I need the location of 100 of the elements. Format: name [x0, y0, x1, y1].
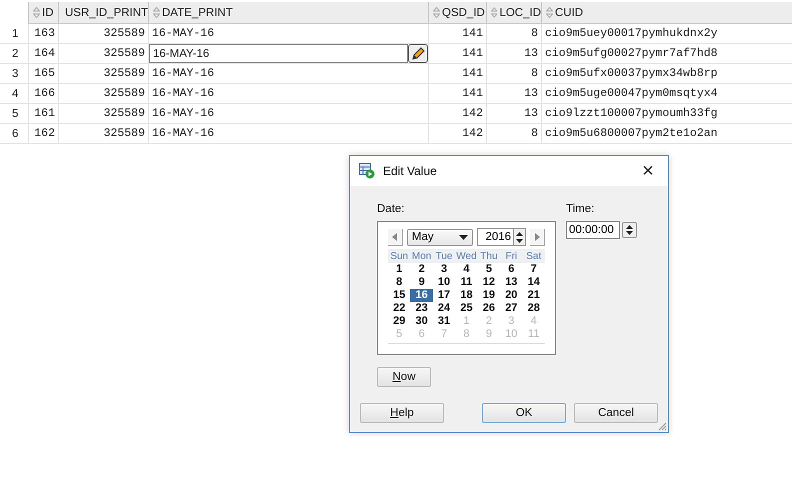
window-title: Edit Value — [383, 164, 438, 178]
table-cell: 13 — [486, 44, 541, 63]
table-cell: 13 — [486, 104, 541, 123]
time-label: Time: — [566, 203, 596, 215]
table-cell: 16-MAY-16 — [148, 64, 428, 83]
table-cell: 325589 — [58, 124, 148, 143]
left-arrow-icon — [392, 232, 398, 240]
calendar-day[interactable]: 19 — [478, 289, 500, 302]
sort-icon — [491, 7, 498, 18]
dropdown-arrow-icon — [459, 234, 468, 240]
weekday-label: Fri — [504, 250, 518, 262]
spin-down-icon — [626, 231, 633, 235]
column-header[interactable]: CUID — [541, 2, 792, 24]
calendar-day[interactable]: 31 — [432, 315, 456, 328]
calendar-day[interactable]: 4 — [455, 263, 478, 276]
column-header[interactable]: DATE_PRINT — [148, 2, 428, 24]
date-label: Date: — [377, 203, 406, 215]
calendar-day[interactable]: 30 — [410, 315, 433, 328]
calendar-day[interactable]: 26 — [478, 302, 500, 315]
previous-month-button[interactable] — [388, 228, 403, 246]
dialog-button[interactable]: OK — [482, 403, 566, 423]
table-cell: 16-MAY-16 — [148, 104, 428, 123]
calendar-day[interactable]: 2 — [410, 263, 433, 276]
sort-icon — [433, 7, 440, 18]
next-month-button[interactable] — [530, 228, 545, 246]
table-cell: cio9m5uge00047pym0msqtyx4 — [541, 84, 792, 103]
sort-icon — [153, 7, 160, 18]
table-cell: 166 — [28, 84, 58, 103]
calendar-day[interactable]: 1 — [388, 263, 410, 276]
table-cell: cio9lzzt100007pymoumh33fg — [541, 104, 792, 123]
table-cell: 325589 — [58, 64, 148, 83]
table-cell: cio9m5ufx00037pymx34wb8rp — [541, 64, 792, 83]
table-cell: 163 — [28, 24, 58, 43]
calendar-day[interactable]: 14 — [522, 276, 545, 289]
calendar-day[interactable]: 21 — [522, 289, 545, 302]
table-cell: 8 — [486, 64, 541, 83]
calendar-day[interactable]: 8 — [388, 276, 410, 289]
calendar-day[interactable]: 17 — [432, 289, 456, 302]
table-cell: 16-MAY-16 — [148, 24, 428, 43]
calendar-day[interactable]: 13 — [500, 276, 523, 289]
calendar-day[interactable]: 25 — [455, 302, 478, 315]
row-number: 3 — [11, 66, 20, 82]
table-cell: cio9m5uey00017pymhukdnx2y — [541, 24, 792, 43]
dialog-button[interactable]: Help — [360, 403, 444, 423]
dialog-button[interactable]: Cancel — [574, 403, 658, 423]
pencil-icon — [411, 46, 425, 60]
column-header[interactable]: QSD_ID — [428, 2, 486, 24]
resize-grip-icon[interactable] — [658, 422, 667, 431]
table-cell: cio9m5ufg00027pymr7af7hd8 — [541, 44, 792, 63]
calendar-day[interactable]: 29 — [388, 315, 410, 328]
calendar-day[interactable]: 15 — [388, 289, 410, 302]
calendar-day[interactable]: 20 — [500, 289, 523, 302]
calendar-day[interactable]: 22 — [388, 302, 410, 315]
edit-button[interactable] — [408, 44, 428, 63]
spin-up-icon — [516, 232, 524, 236]
close-button[interactable]: × — [628, 156, 668, 186]
table-cell: 325589 — [58, 84, 148, 103]
time-field[interactable]: 00:00:00 — [566, 221, 620, 239]
table-play-icon — [359, 163, 375, 179]
table-cell: 325589 — [58, 24, 148, 43]
column-header[interactable]: ID — [28, 2, 58, 24]
table-cell: 16-MAY-16 — [148, 84, 428, 103]
table-cell: 141 — [428, 84, 486, 103]
table-cell: 162 — [28, 124, 58, 143]
calendar-day[interactable]: 12 — [478, 276, 500, 289]
table-cell: 161 — [28, 104, 58, 123]
year-spinner[interactable]: 2016 — [477, 228, 526, 246]
calendar-day[interactable]: 10 — [432, 276, 456, 289]
row-number: 4 — [11, 86, 20, 102]
row-number: 1 — [11, 26, 20, 42]
weekday-label: Tue — [434, 250, 454, 262]
right-arrow-icon — [534, 232, 540, 240]
calendar-day[interactable]: 27 — [500, 302, 523, 315]
table-cell: 165 — [28, 64, 58, 83]
column-header[interactable]: LOC_ID — [486, 2, 541, 24]
table-cell: 325589 — [58, 104, 148, 123]
column-header[interactable]: USR_ID_PRINT — [58, 2, 148, 24]
table-cell: 16-MAY-16 — [148, 124, 428, 143]
calendar-day[interactable]: 7 — [522, 263, 545, 276]
weekday-label: Wed — [455, 250, 478, 262]
calendar-day[interactable]: 6 — [500, 263, 523, 276]
month-dropdown[interactable]: May — [406, 228, 474, 246]
calendar-day[interactable]: 24 — [432, 302, 456, 315]
row-number: 2 — [11, 46, 20, 62]
table-cell: cio9m5u6800007pym2te1o2an — [541, 124, 792, 143]
now-button[interactable]: Now — [377, 367, 431, 387]
sort-icon — [33, 7, 40, 18]
row-number: 6 — [11, 126, 20, 142]
cell-editor[interactable]: 16-MAY-16 — [149, 44, 408, 63]
calendar-day[interactable]: 3 — [432, 263, 456, 276]
calendar-day[interactable]: 28 — [522, 302, 545, 315]
time-spinner[interactable] — [622, 222, 637, 238]
calendar-day[interactable]: 9 — [410, 276, 433, 289]
weekday-label: Sun — [389, 250, 410, 262]
calendar-day[interactable]: 11 — [455, 276, 478, 289]
calendar-day[interactable]: 18 — [455, 289, 478, 302]
calendar-day[interactable]: 23 — [410, 302, 433, 315]
table-cell: 325589 — [58, 44, 148, 63]
calendar-day[interactable]: 16 — [410, 289, 433, 302]
calendar-day[interactable]: 5 — [478, 263, 500, 276]
